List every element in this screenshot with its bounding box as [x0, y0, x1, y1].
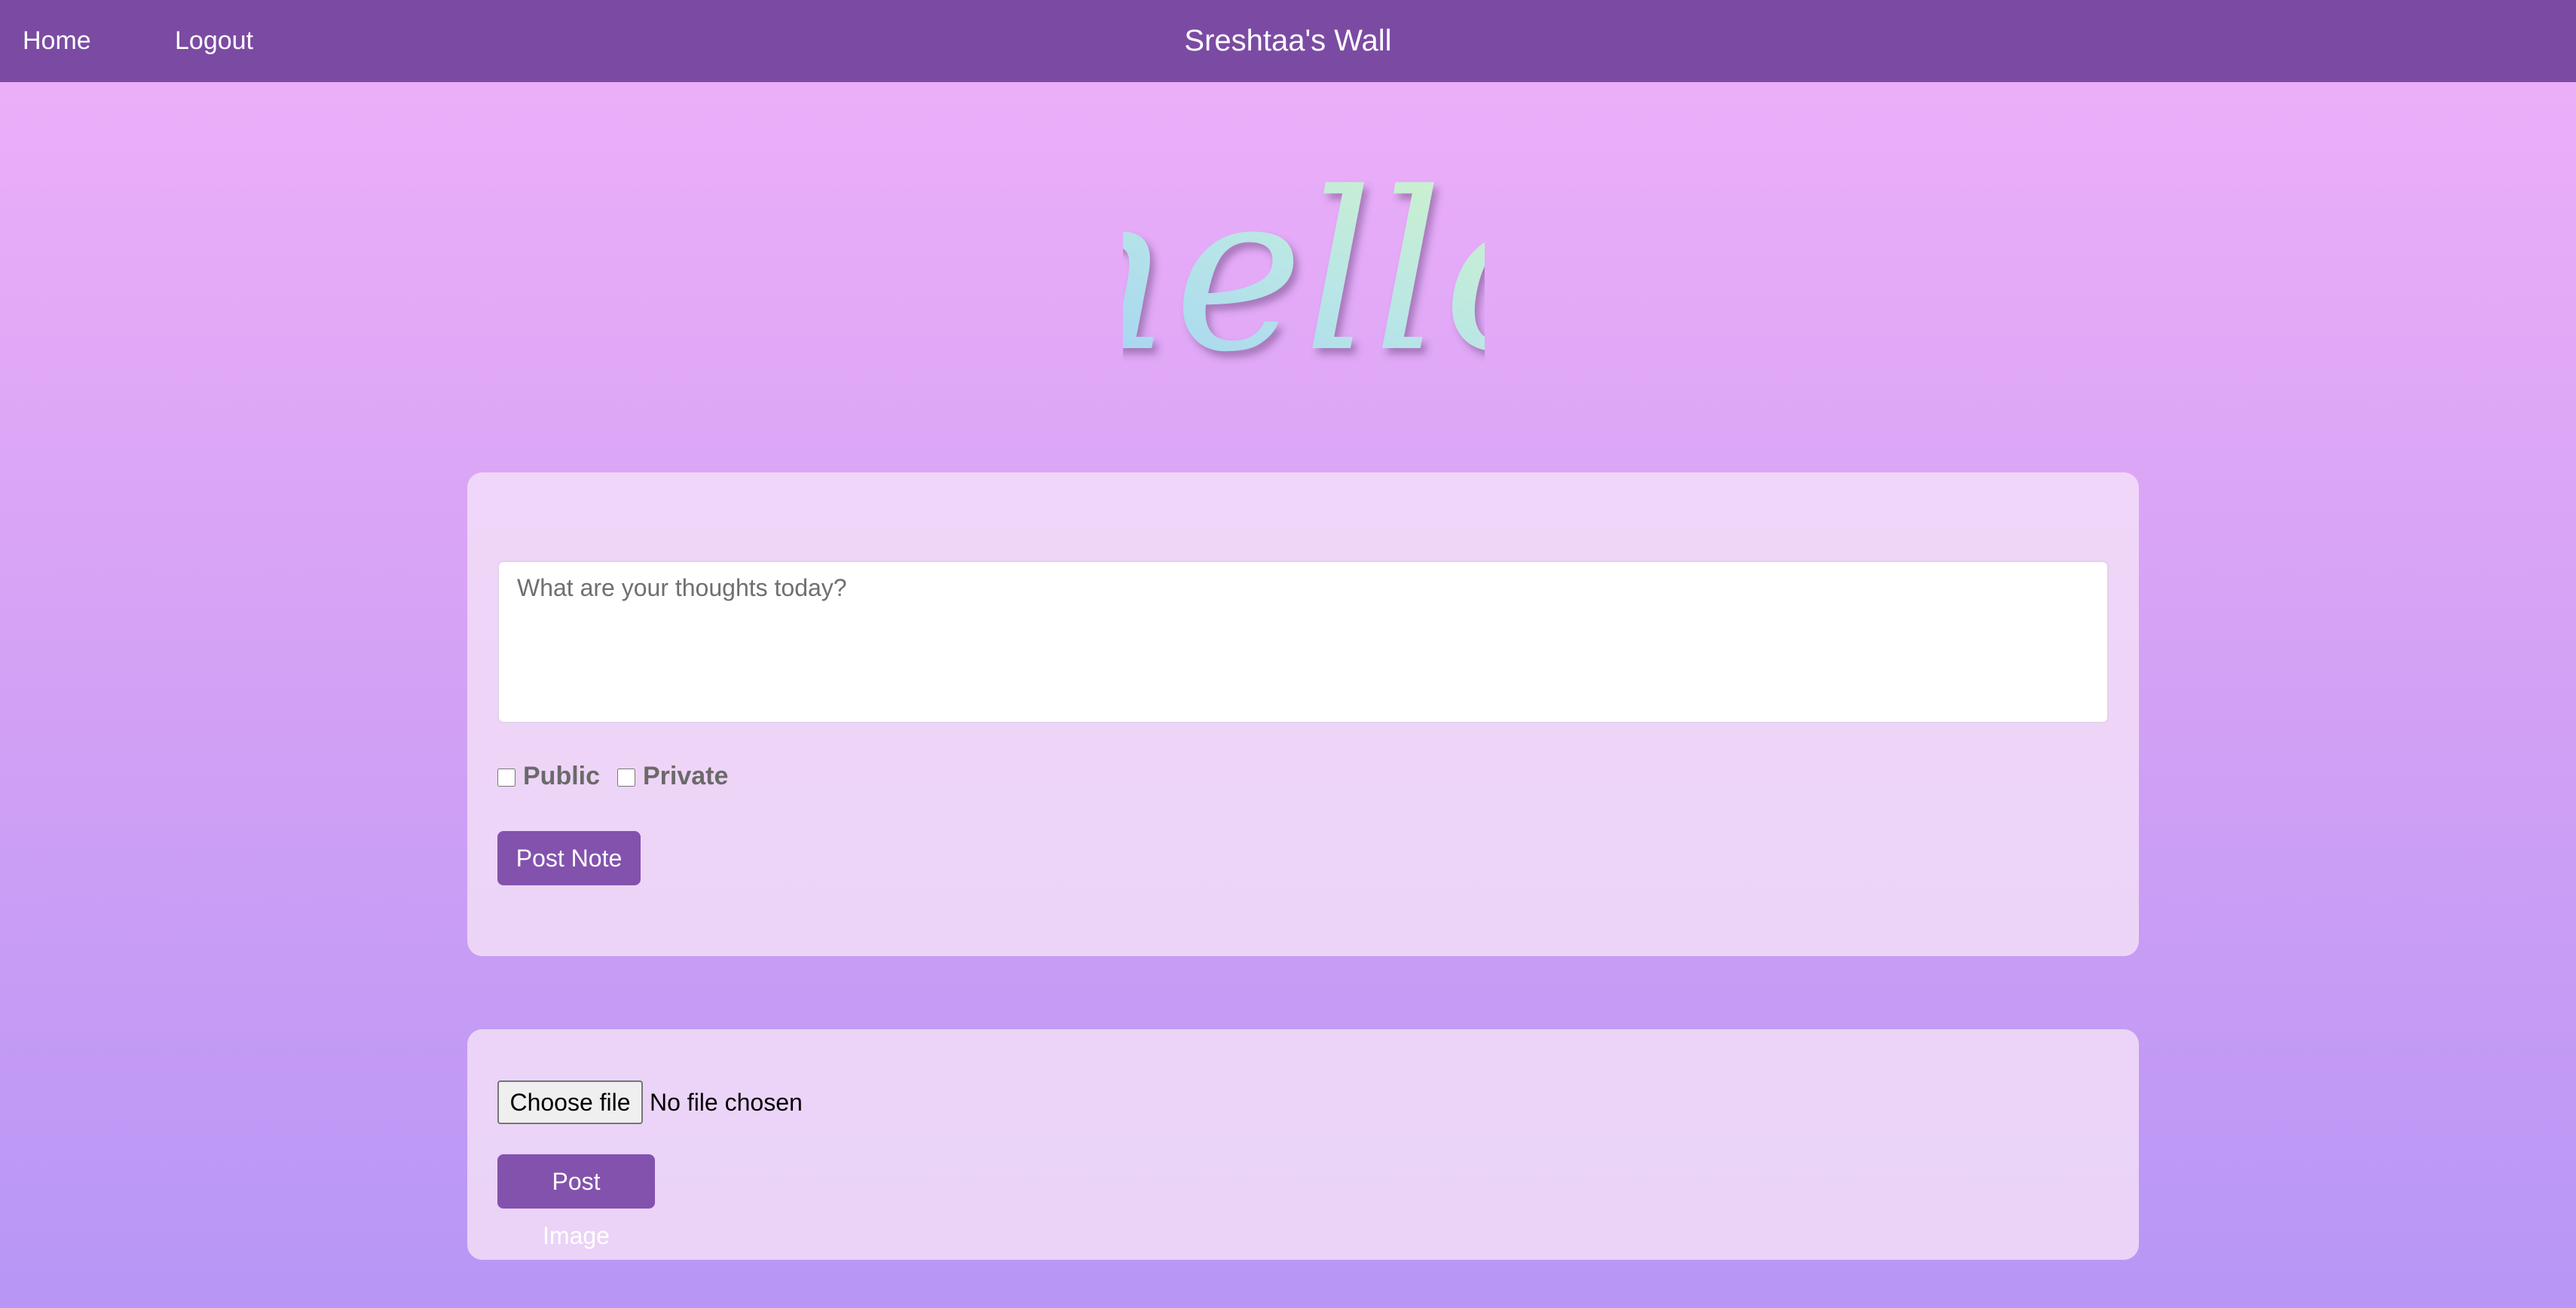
- post-image-button[interactable]: Post Image: [497, 1154, 655, 1249]
- public-checkbox[interactable]: [497, 769, 516, 787]
- file-status-text: No file chosen: [650, 1089, 803, 1116]
- note-textarea[interactable]: [497, 561, 2109, 723]
- public-option[interactable]: Public: [497, 759, 600, 793]
- private-checkbox[interactable]: [617, 769, 635, 787]
- public-label: Public: [523, 762, 601, 790]
- private-label: Private: [643, 762, 729, 790]
- post-note-button[interactable]: Post Note: [497, 831, 641, 885]
- hello-hero-image: hello: [1123, 146, 1485, 384]
- page-title: Sreshtaa's Wall: [1184, 24, 1392, 57]
- hello-hero-text: hello: [1123, 146, 1485, 384]
- private-option[interactable]: Private: [617, 759, 728, 793]
- image-card: [467, 1029, 2139, 1260]
- choose-file-button[interactable]: Choose file: [497, 1080, 643, 1124]
- top-navbar: Home Logout Sreshtaa's Wall: [0, 0, 2576, 82]
- note-card: [467, 472, 2139, 956]
